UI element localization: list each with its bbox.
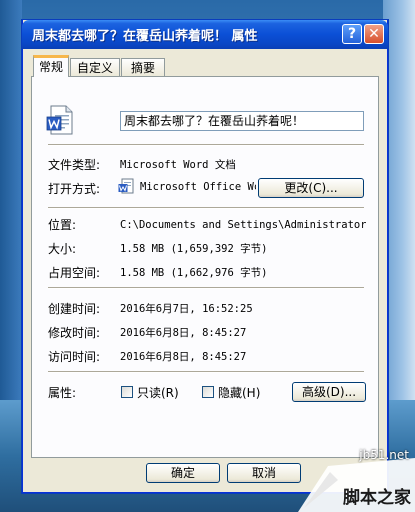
file-type-value: Microsoft Word 文档: [120, 159, 236, 171]
modified-label: 修改时间:: [48, 326, 101, 340]
attributes-label: 属性:: [48, 386, 77, 400]
properties-dialog: 周末都去哪了？在覆岳山荞着呢！ 属性 ? ✕ 常规 自定义 摘要 周末都去哪了？…: [22, 20, 388, 493]
file-type-label: 文件类型:: [48, 158, 101, 172]
separator: [48, 207, 364, 209]
open-with-value: Microsoft Office Wc: [140, 181, 256, 193]
general-tab-panel: 周末都去哪了？在覆岳山荞着呢！ 文件类型: Microsoft Word 文档 …: [31, 76, 379, 458]
tab-general[interactable]: 常规: [33, 55, 69, 77]
location-value: C:\Documents and Settings\Administrator\…: [120, 219, 366, 231]
created-label: 创建时间:: [48, 302, 101, 316]
word-document-icon: [46, 105, 73, 135]
ok-button[interactable]: 确定: [146, 463, 220, 483]
created-value: 2016年6月7日, 16:52:25: [120, 303, 253, 315]
location-label: 位置:: [48, 218, 77, 232]
site-watermark: jb51.net 脚本之家: [298, 446, 415, 512]
accessed-label: 访问时间:: [48, 350, 101, 364]
help-button[interactable]: ?: [342, 24, 362, 44]
separator: [48, 371, 364, 373]
size-on-disk-label: 占用空间:: [48, 266, 101, 280]
hidden-label[interactable]: 隐藏(H): [218, 384, 260, 401]
size-label: 大小:: [48, 242, 77, 256]
accessed-value: 2016年6月8日, 8:45:27: [120, 351, 247, 363]
modified-value: 2016年6月8日, 8:45:27: [120, 327, 247, 339]
separator: [48, 287, 364, 289]
open-with-label: 打开方式:: [48, 182, 101, 196]
readonly-checkbox[interactable]: [121, 386, 133, 398]
close-button[interactable]: ✕: [364, 24, 384, 44]
file-name-input[interactable]: 周末都去哪了？在覆岳山荞着呢！: [120, 111, 364, 131]
watermark-name: 脚本之家: [343, 488, 411, 508]
title-bar[interactable]: 周末都去哪了？在覆岳山荞着呢！ 属性 ? ✕: [22, 20, 388, 49]
watermark-site: jb51.net: [359, 448, 409, 462]
cancel-button[interactable]: 取消: [227, 463, 301, 483]
advanced-button[interactable]: 高级(D)...: [292, 382, 366, 402]
readonly-label[interactable]: 只读(R): [137, 384, 179, 401]
window-title: 周末都去哪了？在覆岳山荞着呢！ 属性: [32, 29, 258, 44]
size-on-disk-value: 1.58 MB (1,662,976 字节): [120, 267, 268, 279]
change-button[interactable]: 更改(C)...: [258, 178, 364, 198]
separator: [48, 144, 364, 146]
tab-custom[interactable]: 自定义: [70, 58, 120, 76]
tab-summary[interactable]: 摘要: [121, 58, 165, 76]
size-value: 1.58 MB (1,659,392 字节): [120, 243, 268, 255]
hidden-checkbox[interactable]: [202, 386, 214, 398]
word-app-icon: [118, 178, 134, 194]
